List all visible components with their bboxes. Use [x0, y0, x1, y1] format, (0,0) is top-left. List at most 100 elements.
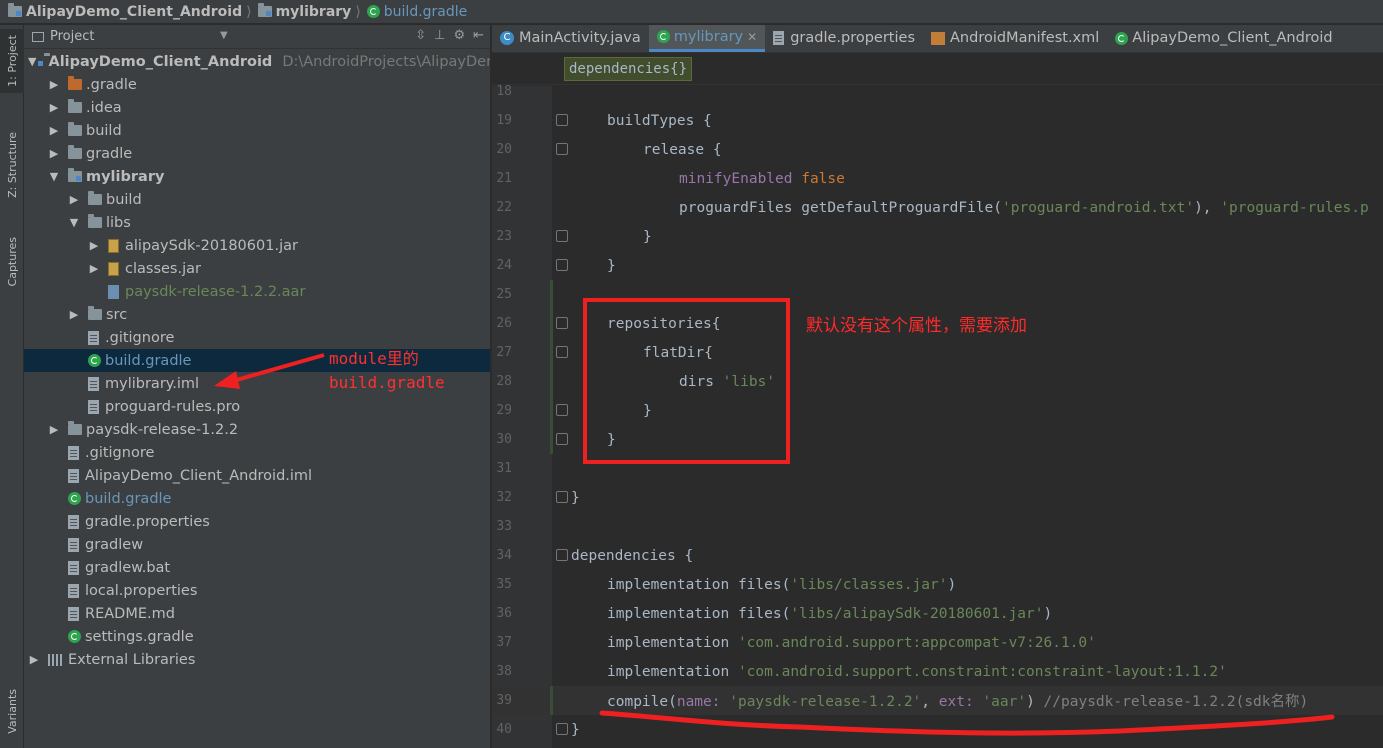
fold-marker-icon[interactable]	[556, 404, 568, 416]
code-text: implementation files('libs/alipaySdk-201…	[607, 606, 1052, 622]
code-line[interactable]: 38 implementation 'com.android.support.co…	[492, 657, 1383, 686]
scroll-from-source-icon[interactable]: ⊥	[434, 28, 445, 43]
tree-item[interactable]: ▶ .gradle	[24, 73, 490, 96]
tree-item[interactable]: ▶README.md	[24, 602, 490, 625]
code-line[interactable]: 35 implementation files('libs/classes.jar…	[492, 570, 1383, 599]
tree-item[interactable]: ▶build.gradle	[24, 487, 490, 510]
editor-tab[interactable]: gradle.properties	[765, 25, 923, 52]
tree-item-label: gradle.properties	[85, 513, 210, 530]
fold-marker-icon[interactable]	[556, 723, 568, 735]
gear-icon[interactable]: ⚙	[453, 28, 465, 43]
fold-marker-icon[interactable]	[556, 317, 568, 329]
tree-item[interactable]: ▶.gitignore	[24, 441, 490, 464]
code-token: 'proguard-android.txt'	[1002, 199, 1195, 216]
chevron-down-icon[interactable]: ▼	[220, 30, 228, 41]
breadcrumb-item[interactable]: AlipayDemo_Client_Android ⟩	[8, 3, 258, 20]
tree-item[interactable]: ▶gradle.properties	[24, 510, 490, 533]
code-line[interactable]: 32}	[492, 483, 1383, 512]
tree-item-label: build	[106, 191, 142, 208]
expand-right-icon[interactable]: ▶	[88, 239, 100, 252]
fold-marker-icon[interactable]	[556, 433, 568, 445]
tool-tab-project[interactable]: 1: Project	[0, 29, 24, 93]
tree-item-label: local.properties	[85, 582, 198, 599]
code-line[interactable]: 22 proguardFiles getDefaultProguardFile('…	[492, 193, 1383, 222]
close-icon[interactable]: ✕	[747, 30, 757, 44]
code-line[interactable]: 24}	[492, 251, 1383, 280]
code-text: proguardFiles getDefaultProguardFile('pr…	[679, 200, 1369, 216]
code-line[interactable]: 23}	[492, 222, 1383, 251]
code-line[interactable]: 19 buildTypes {	[492, 106, 1383, 135]
code-line[interactable]: 33	[492, 512, 1383, 541]
tree-item[interactable]: ▶ src	[24, 303, 490, 326]
tree-item[interactable]: ▶settings.gradle	[24, 625, 490, 648]
tree-item[interactable]: ▶ External Libraries	[24, 648, 490, 671]
expand-right-icon[interactable]: ▶	[48, 423, 60, 436]
expand-right-icon[interactable]: ▶	[88, 262, 100, 275]
expand-right-icon[interactable]: ▶	[68, 193, 80, 206]
fold-marker-icon[interactable]	[556, 114, 568, 126]
tree-item[interactable]: ▶.gitignore	[24, 326, 490, 349]
fold-marker-icon[interactable]	[556, 259, 568, 271]
expand-right-icon[interactable]: ▶	[48, 78, 60, 91]
fold-marker-icon[interactable]	[556, 549, 568, 561]
fold-marker-icon[interactable]	[556, 143, 568, 155]
expand-right-icon[interactable]: ▶	[48, 101, 60, 114]
navigation-bar: AlipayDemo_Client_Android ⟩ mylibrary ⟩ buil…	[0, 0, 1383, 24]
code-line[interactable]: 34 dependencies {	[492, 541, 1383, 570]
tree-item[interactable]: ▶local.properties	[24, 579, 490, 602]
tool-tab-captures[interactable]: Captures	[0, 227, 24, 297]
expand-right-icon[interactable]: ▶	[48, 147, 60, 160]
tool-tab-z-structure[interactable]: Z: Structure	[0, 117, 24, 213]
code-line[interactable]: 20 release {	[492, 135, 1383, 164]
tree-item[interactable]: ▼ mylibrary	[24, 165, 490, 188]
editor-tab[interactable]: AlipayDemo_Client_Android	[1107, 25, 1340, 52]
tree-item[interactable]: ▶gradlew	[24, 533, 490, 556]
tree-item[interactable]: ▶ build	[24, 188, 490, 211]
tree-item[interactable]: ▶gradlew.bat	[24, 556, 490, 579]
tree-item[interactable]: ▶ .idea	[24, 96, 490, 119]
tree-item[interactable]: ▶ build	[24, 119, 490, 142]
collapse-all-icon[interactable]: ⇳	[415, 28, 426, 43]
tree-item-label: README.md	[85, 605, 175, 622]
fold-marker-icon[interactable]	[556, 491, 568, 503]
tree-item[interactable]: ▶ paysdk-release-1.2.2	[24, 418, 490, 441]
breadcrumb-item[interactable]: build.gradle	[366, 4, 467, 20]
fold-marker-icon[interactable]	[556, 230, 568, 242]
tree-item[interactable]: ▶AlipayDemo_Client_Android.iml	[24, 464, 490, 487]
tree-item[interactable]: ▶ gradle	[24, 142, 490, 165]
tree-item[interactable]: ▶ classes.jar	[24, 257, 490, 280]
expand-right-icon[interactable]: ▶	[48, 124, 60, 137]
tree-item[interactable]: ▼ libs	[24, 211, 490, 234]
expand-right-icon[interactable]: ▶	[28, 653, 40, 666]
code-text: implementation 'com.android.support:appc…	[607, 635, 1096, 651]
tree-item[interactable]: ▼ AlipayDemo_Client_Android D:\AndroidProj…	[24, 50, 490, 73]
file-icon	[68, 445, 79, 460]
expand-down-icon[interactable]: ▼	[68, 216, 80, 229]
project-panel-header[interactable]: Project ▼ ⇳ ⊥ ⚙ ⇤	[24, 25, 490, 49]
tree-item-label: gradlew.bat	[85, 559, 171, 576]
code-token: implementation	[607, 634, 738, 651]
expand-right-icon[interactable]: ▶	[68, 308, 80, 321]
breadcrumb-item[interactable]: mylibrary ⟩	[257, 3, 367, 20]
tree-item[interactable]: ▶paysdk-release-1.2.2.aar	[24, 280, 490, 303]
editor-tab[interactable]: AndroidManifest.xml	[923, 25, 1107, 52]
tree-item-label: AlipayDemo_Client_Android	[48, 53, 273, 70]
code-line[interactable]: 36 implementation files('libs/alipaySdk-2…	[492, 599, 1383, 628]
tool-tab-variants[interactable]: Variants	[0, 681, 24, 741]
expand-down-icon[interactable]: ▼	[48, 170, 60, 183]
tree-item[interactable]: ▶proguard-rules.pro	[24, 395, 490, 418]
fold-marker-icon[interactable]	[556, 346, 568, 358]
code-line[interactable]: 37 implementation 'com.android.support:ap…	[492, 628, 1383, 657]
change-marker	[550, 367, 553, 396]
code-token: )	[1043, 605, 1053, 622]
expand-down-icon[interactable]: ▼	[28, 55, 36, 68]
code-line[interactable]: 21 minifyEnabled false	[492, 164, 1383, 193]
project-view-selector[interactable]: Project	[50, 29, 94, 44]
code-token: 'proguard-rules.p	[1220, 199, 1369, 216]
hide-panel-icon[interactable]: ⇤	[473, 28, 484, 43]
editor-tab[interactable]: mylibrary ✕	[648, 25, 766, 52]
code-line[interactable]: 18	[492, 77, 1383, 106]
editor-tab[interactable]: C MainActivity.java	[492, 25, 649, 52]
tree-item[interactable]: ▶ alipaySdk-20180601.jar	[24, 234, 490, 257]
code-token: 'com.android.support:appcompat-v7:26.1.0…	[737, 634, 1096, 651]
